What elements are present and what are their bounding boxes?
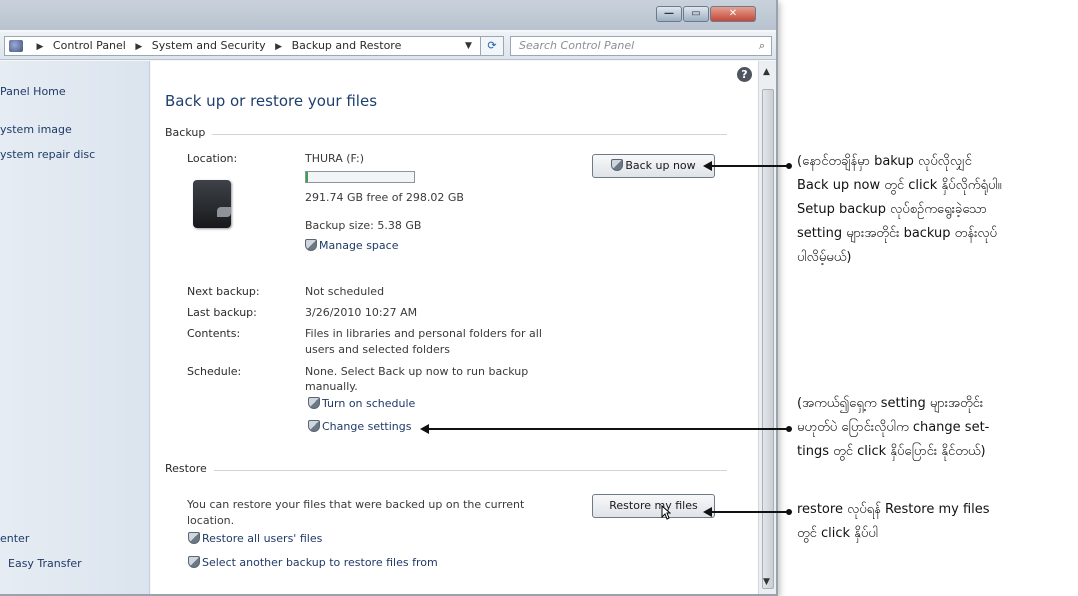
maximize-button[interactable]: ▭	[683, 6, 709, 22]
restore-all-users-label: Restore all users' files	[202, 532, 323, 545]
back-up-now-button[interactable]: Back up now	[592, 154, 715, 178]
annotation-restore-my-files: restore လုပ်ရန် Restore my files တွင် cl…	[797, 502, 990, 541]
schedule-value-line1: None. Select Back up now to run backup	[305, 365, 529, 378]
annotation-arrow-1	[711, 165, 787, 167]
help-icon[interactable]: ?	[737, 67, 752, 82]
contents-value-line2: users and selected folders	[305, 343, 451, 356]
select-another-backup-label: Select another backup to restore files f…	[202, 556, 438, 569]
breadcrumb[interactable]: ▶ Control Panel ▶ System and Security ▶ …	[4, 36, 499, 56]
shield-icon	[188, 556, 200, 568]
restore-description-line1: You can restore your files that were bac…	[187, 498, 525, 511]
page-title: Back up or restore your files	[165, 92, 378, 110]
annotation-back-up-now: (နောင်တချိန်မှာ bakup လုပ်လိုလျှင် Back …	[797, 154, 1002, 265]
scroll-up-icon[interactable]: ▲	[763, 67, 770, 77]
divider	[214, 470, 727, 471]
disk-usage-bar	[305, 171, 415, 183]
restore-all-users-link[interactable]: Restore all users' files	[188, 532, 322, 545]
last-backup-value: 3/26/2010 10:27 AM	[305, 306, 418, 319]
annotation-dot-3	[786, 509, 792, 515]
back-up-now-label: Back up now	[625, 159, 696, 172]
annotation-dot-2	[786, 426, 792, 432]
nav-control-panel-home[interactable]: Panel Home	[0, 85, 66, 98]
disk-usage-fill	[306, 172, 309, 182]
restore-section-heading: Restore	[165, 462, 207, 475]
nav-action-center[interactable]: enter	[0, 532, 29, 545]
backup-restore-window: — ▭ ✕ ▶ Control Panel ▶ System and Secur…	[0, 0, 778, 596]
chevron-right-icon: ▶	[36, 42, 44, 52]
mouse-pointer-icon	[661, 505, 671, 520]
backup-size-text: Backup size: 5.38 GB	[305, 219, 422, 232]
restore-my-files-label: Restore my files	[609, 499, 698, 512]
annotation-arrow-3	[711, 511, 787, 513]
address-bar: ▶ Control Panel ▶ System and Security ▶ …	[0, 32, 776, 60]
scroll-down-icon[interactable]: ▼	[763, 577, 770, 587]
shield-icon	[308, 420, 320, 432]
nav-easy-transfer[interactable]: Easy Transfer	[8, 557, 82, 570]
restore-my-files-button[interactable]: Restore my files	[592, 494, 715, 518]
search-icon[interactable]: ⌕	[759, 37, 765, 55]
control-panel-icon	[9, 40, 23, 52]
turn-on-schedule-link[interactable]: Turn on schedule	[308, 397, 415, 410]
breadcrumb-system-security[interactable]: System and Security	[152, 39, 266, 52]
refresh-button[interactable]: ⟳	[480, 36, 504, 56]
next-backup-value: Not scheduled	[305, 285, 385, 298]
restore-description-line2: location.	[187, 514, 235, 527]
location-value: THURA (F:)	[305, 152, 365, 165]
location-label: Location:	[187, 152, 238, 165]
breadcrumb-control-panel[interactable]: Control Panel	[53, 39, 126, 52]
vertical-scrollbar[interactable]: ▲ ▼	[758, 61, 776, 594]
turn-on-schedule-label: Turn on schedule	[322, 397, 416, 410]
schedule-label: Schedule:	[187, 365, 242, 378]
annotation-change-settings: (အကယ်၍ရှေ့က setting များအတိုင်း မဟုတ်ပဲ …	[797, 396, 990, 459]
search-placeholder: Search Control Panel	[519, 39, 635, 52]
left-nav: Panel Home ystem image ystem repair disc…	[0, 61, 150, 594]
nav-create-system-repair-disc[interactable]: ystem repair disc	[0, 148, 95, 161]
chevron-down-icon[interactable]: ▼	[465, 37, 472, 55]
search-input[interactable]: Search Control Panel ⌕	[510, 36, 772, 56]
shield-icon	[188, 532, 200, 544]
schedule-value-line2: manually.	[305, 380, 358, 393]
divider	[212, 134, 727, 135]
chevron-right-icon: ▶	[135, 42, 143, 52]
contents-label: Contents:	[187, 327, 241, 340]
chevron-right-icon: ▶	[275, 42, 283, 52]
close-button[interactable]: ✕	[710, 6, 756, 22]
annotation-arrow-2	[428, 428, 787, 430]
shield-icon	[611, 159, 624, 171]
drive-icon	[193, 180, 231, 228]
select-another-backup-link[interactable]: Select another backup to restore files f…	[188, 556, 438, 569]
minimize-button[interactable]: —	[656, 6, 682, 22]
last-backup-label: Last backup:	[187, 306, 257, 319]
manage-space-label: Manage space	[319, 239, 399, 252]
breadcrumb-backup-restore[interactable]: Backup and Restore	[292, 39, 402, 52]
title-bar: — ▭ ✕	[0, 0, 776, 30]
contents-value-line1: Files in libraries and personal folders …	[305, 327, 542, 340]
shield-icon	[308, 397, 320, 409]
next-backup-label: Next backup:	[187, 285, 260, 298]
change-settings-label: Change settings	[322, 420, 412, 433]
annotation-dot-1	[786, 163, 792, 169]
free-space-text: 291.74 GB free of 298.02 GB	[305, 191, 464, 204]
change-settings-link[interactable]: Change settings	[308, 420, 411, 433]
nav-create-system-image[interactable]: ystem image	[0, 123, 72, 136]
scroll-thumb[interactable]	[762, 89, 774, 589]
backup-section-heading: Backup	[165, 126, 206, 139]
manage-space-link[interactable]: Manage space	[305, 239, 398, 252]
shield-icon	[305, 239, 317, 251]
